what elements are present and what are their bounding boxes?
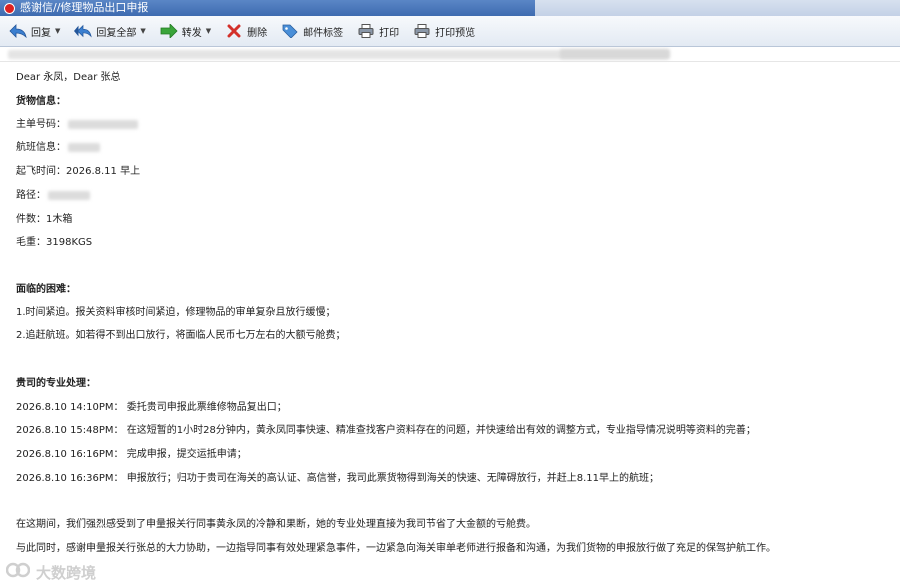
departure-row: 起飞时间：2026.8.11 早上 [16,166,141,177]
reply-icon [9,23,27,39]
header-divider [0,61,900,62]
print-button[interactable]: 打印 [352,20,404,42]
greeting: Dear 永凤，Dear 张总 [16,72,121,83]
reply-all-icon [74,23,93,39]
flight-row: 航班信息： [16,141,100,155]
timeline-item: 2026.8.10 15:48PM： 在这短暂的1小时28分钟内，黄永凤同事快速… [16,425,756,436]
redacted-value [68,142,100,152]
weight-row: 毛重：3198KGS [16,237,93,248]
chevron-down-icon[interactable]: ▼ [140,27,145,35]
reply-button[interactable]: 回复 ▼ [4,20,65,42]
difficulty-item: 2.追赶航班。如若得不到出口放行，将面临人民币七万左右的大额亏舱费； [16,330,346,341]
reply-all-button[interactable]: 回复全部 ▼ [69,20,150,42]
email-header-redacted [0,47,900,61]
closing-paragraph: 与此同时，感谢申量报关行张总的大力协助，一边指导同事有效处理紧急事件，一边紧急向… [16,543,776,554]
forward-button[interactable]: 转发 ▼ [155,20,216,42]
tag-icon [281,23,299,39]
print-preview-icon [413,23,431,39]
chevron-down-icon[interactable]: ▼ [206,27,211,35]
timeline-item: 2026.8.10 16:16PM： 完成申报，提交运抵申请； [16,449,247,460]
window-titlebar: 感谢信//修理物品出口申报 [0,0,900,16]
difficulty-item: 1.时间紧迫。报关资料审核时间紧迫，修理物品的审单复杂且放行缓慢； [16,307,336,318]
difficulty-heading: 面临的困难： [16,284,76,295]
delete-button[interactable]: 删除 [220,20,272,42]
timeline-item: 2026.8.10 16:36PM： 申报放行；归功于贵司在海关的高认证、高信誉… [16,473,659,484]
route-row: 路径： [16,189,90,203]
app-icon [4,2,15,14]
watermark-logo-icon [5,560,31,584]
redacted-value [68,119,138,129]
chevron-down-icon[interactable]: ▼ [55,27,60,35]
closing-paragraph: 在这期间，我们强烈感受到了申量报关行同事黄永凤的冷静和果断，她的专业处理直接为我… [16,519,536,530]
redacted-value [48,190,90,200]
mail-tag-button[interactable]: 邮件标签 [276,20,348,42]
forward-icon [160,23,178,39]
handling-heading: 贵司的专业处理： [16,378,96,389]
watermark: 大数跨境 [5,560,96,584]
delete-icon [225,23,243,39]
timeline-item: 2026.8.10 14:10PM： 委托贵司申报此票维修物品复出口； [16,402,287,413]
printer-icon [357,23,375,39]
main-no-row: 主单号码： [16,118,138,132]
cargo-heading: 货物信息： [16,96,66,107]
print-preview-button[interactable]: 打印预览 [408,20,480,42]
pieces-row: 件数：1木箱 [16,214,73,225]
mail-toolbar: 回复 ▼ 回复全部 ▼ 转发 ▼ 删除 邮件标签 打印 打印预览 [0,16,900,47]
titlebar-blank-area [535,0,900,16]
window-title: 感谢信//修理物品出口申报 [20,1,149,14]
